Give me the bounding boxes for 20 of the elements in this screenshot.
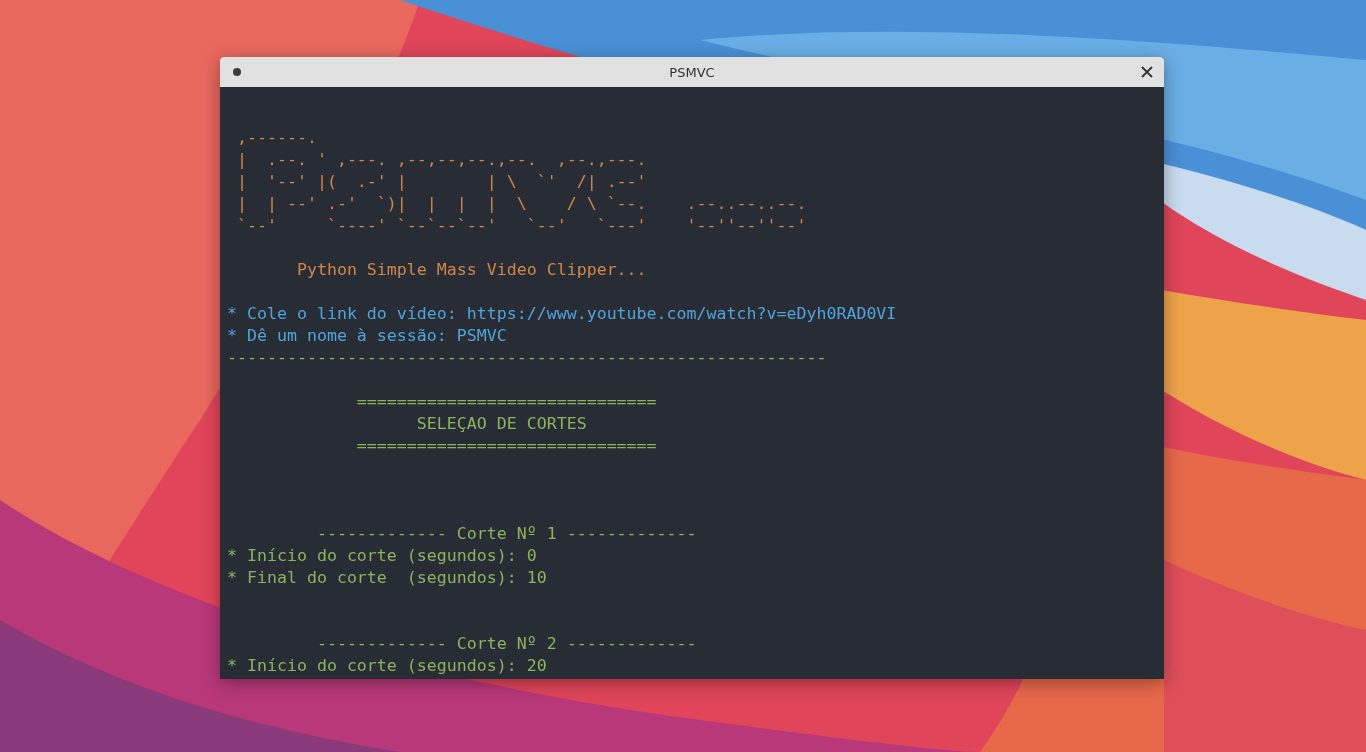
terminal-line: ============================== (355, 436, 657, 455)
terminal-line: * Dê um nome à sessão: PSMVC (227, 326, 507, 345)
ascii-art-line: | .--. ' ,---. ,--,--,--.,--. ,--.,---. (236, 150, 647, 169)
terminal-line: ------------- Corte Nº 1 ------------- (315, 524, 697, 543)
terminal-line: Python Simple Mass Video Clipper... (295, 260, 647, 279)
terminal-line: SELEÇAO DE CORTES (415, 414, 587, 433)
ascii-art-line: `--' `----' `--`--`--' `--' `---' '--''--''--' (236, 216, 807, 235)
terminal-line: * Início do corte (segundos): 0 (227, 546, 537, 565)
terminal-line: * Final do corte (segundos): 10 (227, 568, 547, 587)
terminal-line: * Cole o link do vídeo: https://www.youtube.com/watch?v=eDyh0RAD0VI (227, 304, 897, 323)
close-icon[interactable] (1141, 66, 1153, 78)
terminal-line: ============================== (355, 392, 657, 411)
terminal-line: ------------- Corte Nº 2 ------------- (315, 634, 697, 653)
ascii-art-line: | '--' |( .-' | | \ `' /| .--' (236, 172, 647, 191)
ascii-art-line: ,------. (236, 128, 317, 147)
window-title: PSMVC (669, 64, 715, 80)
ascii-art-line: | | --' .-' `)| | | | \ / \ `--. .--..--..--. (236, 194, 807, 213)
window-menu-icon[interactable] (233, 68, 241, 76)
terminal-line: * Início do corte (segundos): 20 (227, 656, 547, 675)
terminal-line: ------------------------------------------------------------ (227, 348, 827, 367)
